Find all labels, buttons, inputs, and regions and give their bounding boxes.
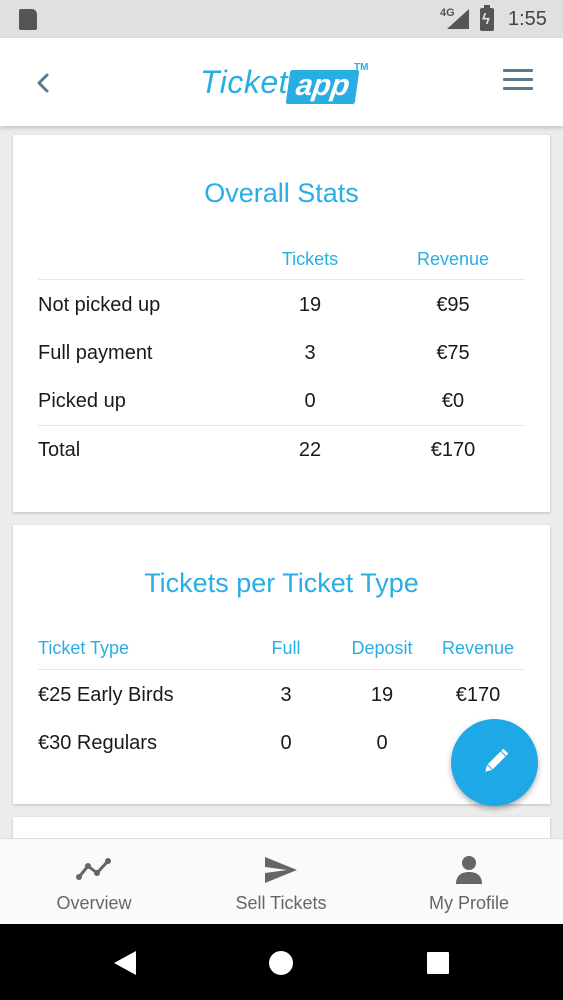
overall-stats-card: Overall Stats Tickets Revenue Not picked… — [13, 135, 550, 512]
overall-stats-title: Overall Stats — [204, 178, 359, 208]
nav-item-overview[interactable]: Overview — [0, 839, 188, 925]
value-deposit: 19 — [370, 684, 394, 706]
value-tickets: 0 — [304, 390, 316, 412]
nav-item-sell-tickets[interactable]: Sell Tickets — [187, 839, 375, 925]
value-tickets: 19 — [298, 294, 322, 316]
edit-pencil-icon — [485, 748, 509, 772]
col-header-full: Full — [271, 638, 301, 658]
col-header-revenue: Revenue — [416, 249, 490, 269]
logo-trademark: TM — [354, 62, 369, 73]
col-header-deposit: Deposit — [351, 638, 413, 658]
row-label-full-payment: Full payment — [38, 342, 153, 364]
value-revenue: €95 — [436, 294, 470, 316]
value-revenue: €75 — [436, 342, 470, 364]
send-icon — [265, 857, 297, 883]
person-icon — [456, 856, 482, 884]
back-arrow-icon[interactable] — [30, 64, 60, 100]
value-tickets: 3 — [304, 342, 316, 364]
divider — [38, 669, 525, 670]
row-label-not-picked-up: Not picked up — [38, 294, 161, 316]
status-time: 1:55 — [508, 8, 547, 30]
value-deposit: 0 — [376, 732, 388, 754]
home-circle-icon[interactable] — [268, 950, 294, 976]
battery-charging-icon: ϟ — [480, 5, 494, 31]
value-tickets-total: 22 — [298, 439, 322, 461]
col-header-tickets: Tickets — [281, 249, 339, 269]
col-header-ticket-type: Ticket Type — [38, 638, 130, 658]
logo-text-ticket: Ticket — [200, 64, 289, 100]
hamburger-menu-icon[interactable] — [503, 69, 533, 93]
trend-line-icon — [76, 858, 111, 880]
divider — [38, 425, 525, 426]
signal-icon — [447, 9, 469, 29]
system-navigation-bar — [0, 924, 563, 1000]
row-label-picked-up: Picked up — [38, 390, 126, 412]
value-full: 0 — [280, 732, 292, 754]
ticket-type-name: €30 Regulars — [38, 732, 157, 754]
ticket-types-title: Tickets per Ticket Type — [144, 568, 419, 598]
value-full: 3 — [280, 684, 292, 706]
value-revenue: €170 — [455, 684, 501, 706]
app-bar: Ticket app TM — [0, 38, 563, 126]
status-bar: 4G ϟ 1:55 — [0, 0, 563, 38]
logo-text-app: app — [285, 69, 360, 104]
edit-fab-button[interactable] — [451, 719, 538, 806]
bottom-navigation: Overview Sell Tickets My Profile — [0, 838, 563, 924]
back-triangle-icon[interactable] — [112, 950, 138, 976]
col-header-revenue: Revenue — [441, 638, 515, 658]
sd-card-icon — [19, 9, 37, 30]
nav-item-my-profile[interactable]: My Profile — [375, 839, 563, 925]
nav-label-my-profile: My Profile — [428, 893, 509, 913]
value-revenue-total: €170 — [430, 439, 476, 461]
value-revenue: €0 — [441, 390, 465, 412]
divider — [38, 279, 525, 280]
nav-label-overview: Overview — [56, 893, 132, 913]
recents-square-icon[interactable] — [426, 951, 450, 975]
row-label-total: Total — [38, 439, 81, 461]
nav-label-sell-tickets: Sell Tickets — [235, 893, 327, 913]
ticket-type-name: €25 Early Birds — [38, 684, 174, 706]
